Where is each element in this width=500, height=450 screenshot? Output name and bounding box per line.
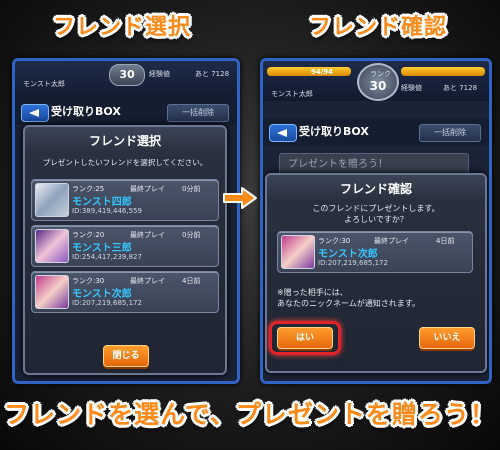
- last-play-label: 最終プレイ: [130, 185, 165, 193]
- heading-friend-confirm: フレンド確認: [308, 15, 447, 40]
- player-name: モンスト太郎: [271, 90, 313, 98]
- friend-name: モンスト四郎: [72, 197, 132, 208]
- box-header: 受け取りBOX 一括削除: [15, 99, 237, 125]
- last-play-value: 0分前: [182, 185, 201, 193]
- exp-remaining: あと 7128: [443, 84, 478, 92]
- friend-id: ID:254,417,239,827: [72, 253, 142, 261]
- last-play-value: 4日前: [182, 277, 201, 285]
- friend-card-jiro[interactable]: ランク:30 最終プレイ 4日前 モンスト次郎 ID:207,219,685,1…: [31, 271, 219, 313]
- friend-name: モンスト次郎: [318, 249, 378, 260]
- heading-friend-select: フレンド選択: [52, 15, 191, 40]
- exp-remaining: あと 7128: [195, 70, 230, 78]
- avatar: [35, 275, 69, 309]
- last-play-label: 最終プレイ: [130, 231, 165, 239]
- dialog-title: フレンド選択: [88, 134, 161, 148]
- avatar: [281, 235, 315, 269]
- footer-caption: フレンドを選んで、プレゼントを贈ろう！: [4, 400, 496, 429]
- selected-friend-card: ランク:30 最終プレイ 4日前 モンスト次郎 ID:207,219,685,1…: [277, 231, 473, 273]
- note-line2: あなたのニックネームが通知されます。: [277, 299, 420, 308]
- close-button[interactable]: 閉じる: [103, 345, 149, 367]
- friend-confirm-dialog: フレンド確認 このフレンドにプレゼントします。 よろしいですか？ ランク:30 …: [265, 173, 487, 373]
- friend-id: ID:207,219,685,172: [72, 299, 142, 307]
- hp-bar-right: [401, 67, 485, 76]
- status-bar: 30 モンスト太郎 経験値 あと 7128: [15, 61, 237, 101]
- no-button[interactable]: いいえ: [419, 327, 475, 349]
- rank-badge: 30: [109, 64, 145, 86]
- rank-value: 30: [369, 79, 387, 93]
- confirm-message-line2: よろしいですか？: [344, 215, 408, 224]
- tutorial-canvas: フレンド選択 フレンド確認 30 モンスト太郎 経験値 あと 7128 受け取り…: [0, 0, 500, 450]
- bulk-delete-button[interactable]: 一括削除: [167, 104, 229, 122]
- friend-id: ID:207,219,685,172: [318, 259, 388, 267]
- rank-label: ランク: [370, 70, 391, 78]
- last-play-value: 0分前: [182, 231, 201, 239]
- exp-label: 経験値: [401, 84, 422, 92]
- friend-select-dialog: フレンド選択 プレゼントしたいフレンドを選択してください。 ランク:25 最終プ…: [23, 125, 227, 375]
- friend-id: ID:389,419,446,559: [72, 207, 142, 215]
- avatar: [35, 229, 69, 263]
- last-play-label: 最終プレイ: [130, 277, 165, 285]
- box-header: 受け取りBOX 一括削除: [263, 119, 489, 145]
- left-screen: 30 モンスト太郎 経験値 あと 7128 受け取りBOX 一括削除 フレンド選…: [12, 58, 240, 384]
- dialog-message: プレゼントしたいフレンドを選択してください。: [42, 158, 208, 167]
- right-screen: 94/94 ランク 30 モンスト太郎 経験値 あと 7128 受け取りBOX …: [260, 58, 492, 384]
- friend-name: モンスト次郎: [72, 289, 132, 300]
- box-title: 受け取りBOX: [299, 125, 369, 138]
- status-bar: 94/94 ランク 30 モンスト太郎 経験値 あと 7128: [263, 61, 489, 101]
- hp-bar: [267, 67, 351, 76]
- player-name: モンスト太郎: [23, 80, 65, 88]
- bulk-delete-button[interactable]: 一括削除: [419, 124, 481, 142]
- back-button[interactable]: [269, 124, 297, 142]
- hp-text: 94/94: [311, 68, 334, 76]
- back-button[interactable]: [21, 104, 49, 122]
- friend-name: モンスト三郎: [72, 243, 132, 254]
- rank-medal: ランク 30: [357, 63, 399, 101]
- box-title: 受け取りBOX: [51, 105, 121, 118]
- friend-card-saburo[interactable]: ランク:20 最終プレイ 0分前 モンスト三郎 ID:254,417,239,8…: [31, 225, 219, 267]
- avatar: [35, 183, 69, 217]
- dialog-title: フレンド確認: [339, 182, 412, 196]
- arrow-right-icon: [223, 187, 257, 209]
- exp-label: 経験値: [149, 70, 170, 78]
- last-play-label: 最終プレイ: [374, 237, 409, 245]
- last-play-value: 4日前: [436, 237, 455, 245]
- friend-card-shiro[interactable]: ランク:25 最終プレイ 0分前 モンスト四郎 ID:389,419,446,5…: [31, 179, 219, 221]
- yes-button[interactable]: はい: [277, 327, 333, 349]
